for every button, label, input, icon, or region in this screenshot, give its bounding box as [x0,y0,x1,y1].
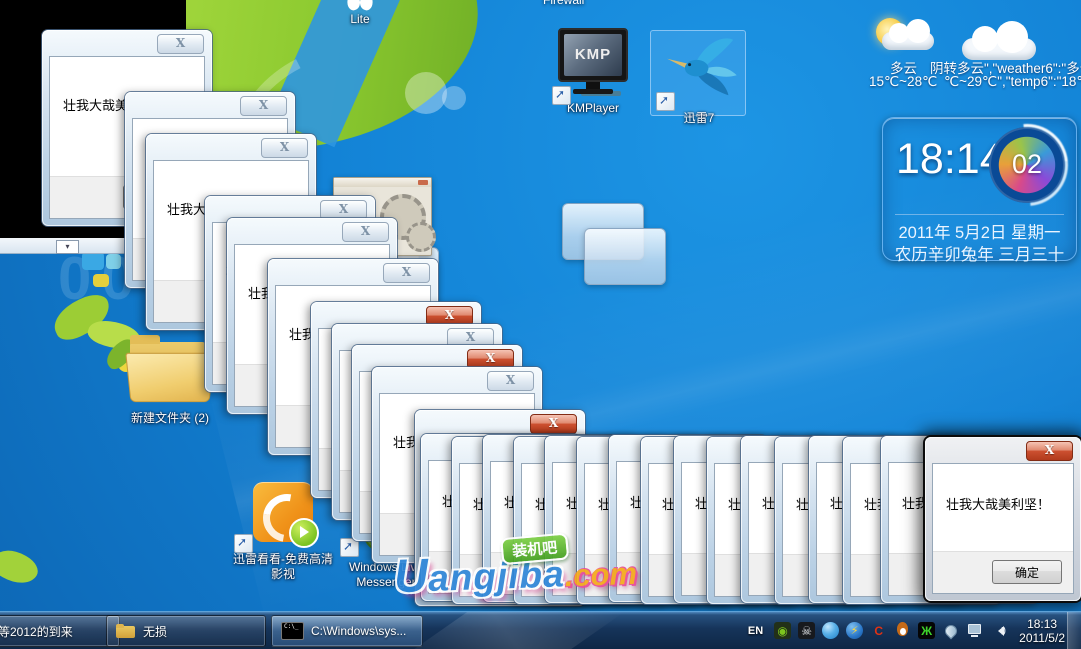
wallpaper-bokeh [405,72,447,114]
desktop: 00 ▾ Lite Firewall KMP KMPlayer [0,0,1081,649]
close-icon[interactable]: X [261,138,308,158]
close-icon[interactable]: X [467,349,514,369]
shortcut-arrow-icon [234,534,253,553]
language-indicator[interactable]: EN [748,625,763,637]
close-icon[interactable]: X [320,200,367,220]
close-icon[interactable]: X [240,96,287,116]
gear-icon [406,222,436,252]
messenger-ball-tray-icon[interactable] [822,622,839,639]
taskbar-button-lossless-folder[interactable]: 无损 [106,615,266,647]
desktop-icon-xunlei7[interactable]: 迅雷7 [656,34,742,126]
clock-date: 2011年 5月2日 星期一 [883,219,1076,243]
nvidia-tray-icon[interactable]: ◉ [774,622,791,639]
security-c-tray-icon[interactable]: C [870,622,887,639]
weather-gadgets[interactable]: 多云 阴转多云","weather6":"多云 15℃~28℃ ℃~29℃","… [866,10,1081,105]
close-icon[interactable]: X [426,306,473,326]
thunder-tray-icon[interactable]: ⚡ [846,622,863,639]
hidden-icon-blob [93,274,109,287]
icon-label: 迅雷7 [656,111,742,126]
taskbar-button-waiting2012[interactable]: 等2012的到来 [0,615,120,647]
wallpaper-leaf-splash [0,543,42,592]
taskbar-sheen [394,611,626,649]
ok-button[interactable]: 确定 [992,560,1062,584]
clock-gadget[interactable]: 18:14 02 2011年 5月2日 星期一 农历辛卯兔年 三月三十 [882,117,1077,261]
tray-icons: ◉ ☠ ⚡ C Ж [774,622,1007,639]
taskbar-button-cmd[interactable]: C:\_ C:\Windows\sys... [271,615,423,647]
weather-temps-right: ℃~29℃","temp6":"18℃~30℃ [944,74,1081,90]
show-desktop-button[interactable] [1067,612,1081,649]
message-dialog: X 壮我大哉美利坚！ 确定 [925,437,1081,601]
hummingbird-icon [661,34,737,100]
gears-window-titlebar [334,178,431,187]
icon-label: Lite [330,12,390,27]
close-icon[interactable]: X [487,371,534,391]
close-icon[interactable]: X [530,414,577,434]
taskbar: 等2012的到来 无损 C:\_ C:\Windows\sys... EN ◉ ☠… [0,611,1081,649]
skull-app-tray-icon[interactable]: ☠ [798,622,815,639]
shortcut-arrow-icon [656,92,675,111]
clock-lunar-date: 农历辛卯兔年 三月三十 [883,241,1076,265]
icon-label: 新建文件夹 (2) [122,411,218,426]
desktop-icon-lite[interactable]: Lite [330,0,390,27]
desktop-icon-firewall-label[interactable]: Firewall [543,0,584,7]
waterdrop-tray-icon[interactable] [942,622,959,639]
qq-tray-icon[interactable] [894,622,911,639]
butterfly-icon [347,0,373,12]
icon-label: 迅雷看看-免费高清 影视 [228,552,338,582]
watermark: Uangjiba.com 装机吧 [393,540,638,603]
cmd-icon: C:\_ [281,622,304,640]
close-icon[interactable]: X [157,34,204,54]
razer-tray-icon[interactable]: Ж [918,622,935,639]
dialog-footer: 确定 [933,551,1073,593]
dialog-body: 壮我大哉美利坚！ 确定 [932,463,1074,594]
close-icon[interactable]: X [342,222,389,242]
desktop-icon-new-folder[interactable]: 新建文件夹 (2) [122,332,218,426]
seconds-ring: 02 [989,127,1065,203]
wallpaper-bokeh [442,86,466,110]
close-icon[interactable]: X [1026,441,1073,461]
folder-icon [124,332,216,408]
weather-temps-left: 15℃~28℃ [869,74,937,90]
cloud-icon [882,32,934,50]
clock-seconds: 02 [989,149,1065,180]
divider [895,214,1064,215]
close-icon[interactable]: X [383,263,430,283]
volume-tray-icon[interactable] [990,622,1007,639]
kankan-icon [253,482,313,542]
dropdown-arrow-icon[interactable]: ▾ [56,240,79,254]
close-button[interactable] [418,180,428,185]
desktop-icon-kmplayer[interactable]: KMP KMPlayer [550,28,636,116]
hidden-icon-blob [106,254,121,269]
hidden-icon-blob [82,252,104,270]
folder-icon [116,624,136,639]
shortcut-arrow-icon [552,86,571,105]
dialog-message: 壮我大哉美利坚！ [946,494,1050,513]
tray-clock[interactable]: 18:13 2011/5/2 [1019,617,1065,645]
play-badge-icon [289,518,319,548]
network-tray-icon[interactable] [966,622,983,639]
kmplayer-monitor-icon: KMP [558,28,628,82]
ghost-window-corner [584,228,666,285]
system-tray: EN ◉ ☠ ⚡ C Ж 18:13 2011/5/2 [748,612,1065,649]
